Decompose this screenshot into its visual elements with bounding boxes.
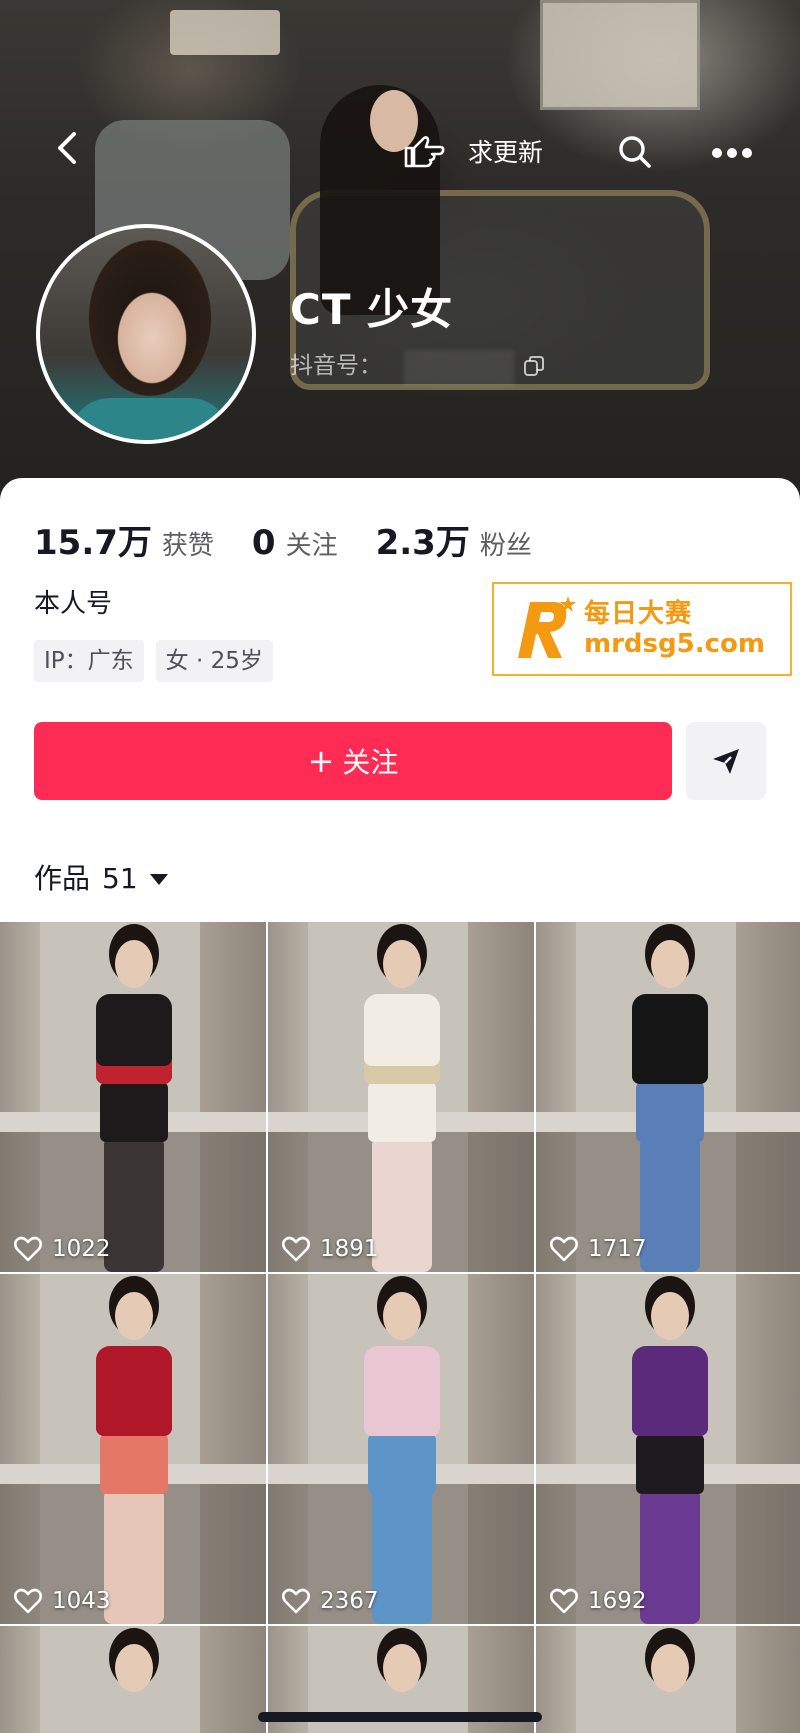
thumb-legs	[104, 1137, 164, 1272]
thumb-bottom	[100, 1082, 168, 1142]
thumb-bottom	[636, 1434, 704, 1494]
video-likes: 1891	[282, 1236, 379, 1262]
thumb-bottom	[636, 1082, 704, 1142]
video-thumbnail[interactable]: 2367	[268, 1274, 534, 1624]
video-likes: 1717	[550, 1236, 647, 1262]
video-likes-count: 1692	[588, 1588, 647, 1614]
heart-icon	[282, 1236, 310, 1262]
likes-count: 15.7万	[34, 523, 152, 563]
follow-button-label: 关注	[342, 746, 399, 779]
douyin-id-label: 抖音号：	[290, 353, 382, 379]
gender-age-tag: 女 · 25岁	[155, 640, 273, 682]
thumb-bottom	[368, 1434, 436, 1494]
thumb-top	[364, 1346, 440, 1436]
video-likes-count: 1717	[588, 1236, 647, 1262]
profile-tags: IP：广东 女 · 25岁	[34, 640, 273, 682]
profile-bio: 本人号	[34, 589, 113, 619]
heart-icon	[14, 1588, 42, 1614]
thumb-legs	[640, 1137, 700, 1272]
video-thumbnail[interactable]: 1891	[268, 922, 534, 1272]
thumb-bottom	[368, 1082, 436, 1142]
send-icon	[713, 749, 739, 774]
request-update-button[interactable]: 求更新	[468, 138, 543, 168]
thumb-legs	[640, 1489, 700, 1624]
watermark-title: 每日大赛	[584, 599, 693, 629]
plus-icon: +	[307, 742, 335, 780]
thumb-bottom	[100, 1434, 168, 1494]
douyin-id-redacted	[404, 350, 514, 386]
thumb-top	[96, 994, 172, 1084]
video-likes: 2367	[282, 1588, 379, 1614]
video-thumbnail[interactable]: 1692	[536, 1274, 800, 1624]
video-thumbnail[interactable]: 1043	[0, 1274, 266, 1624]
watermark-logo-icon	[508, 594, 578, 664]
video-likes-count: 1022	[52, 1236, 111, 1262]
works-label: 作品	[34, 862, 91, 895]
video-likes: 1022	[14, 1236, 111, 1262]
share-button[interactable]	[686, 722, 766, 800]
pointing-hand-icon[interactable]	[402, 134, 446, 170]
home-indicator[interactable]	[258, 1712, 542, 1722]
search-icon[interactable]	[617, 134, 653, 170]
thumb-top	[632, 994, 708, 1084]
thumb-legs	[372, 1489, 432, 1624]
avatar[interactable]	[36, 224, 256, 444]
following-label[interactable]: 关注	[286, 525, 338, 562]
watermark-banner: 每日大赛 mrdsg5.com	[492, 582, 792, 676]
tab-works[interactable]: 作品 51	[34, 862, 168, 896]
video-likes-count: 1891	[320, 1236, 379, 1262]
thumb-legs	[104, 1489, 164, 1624]
thumb-top	[96, 1346, 172, 1436]
more-options-icon[interactable]	[710, 145, 754, 159]
video-likes: 1692	[550, 1588, 647, 1614]
following-count[interactable]: 0	[252, 523, 276, 563]
followers-label[interactable]: 粉丝	[480, 525, 532, 562]
copy-icon[interactable]	[522, 354, 546, 378]
back-icon[interactable]	[48, 128, 88, 168]
profile-nickname: CT 少女	[290, 285, 454, 334]
thumb-top	[364, 994, 440, 1084]
thumb-legs	[372, 1137, 432, 1272]
works-count: 51	[102, 862, 138, 895]
video-thumbnail[interactable]: 1717	[536, 922, 800, 1272]
followers-count[interactable]: 2.3万	[376, 515, 470, 564]
heart-icon	[282, 1588, 310, 1614]
video-likes-count: 2367	[320, 1588, 379, 1614]
watermark-text: 每日大赛 mrdsg5.com	[584, 599, 765, 659]
thumb-top	[632, 1346, 708, 1436]
likes-label: 获赞	[161, 531, 214, 561]
video-likes-count: 1043	[52, 1588, 111, 1614]
video-likes: 1043	[14, 1588, 111, 1614]
video-thumbnail[interactable]: 1022	[0, 922, 266, 1272]
follow-button[interactable]: + 关注	[34, 722, 672, 800]
heart-icon	[14, 1236, 42, 1262]
caret-down-icon[interactable]	[149, 873, 168, 885]
avatar-shirt	[70, 398, 230, 440]
video-thumbnail[interactable]	[536, 1626, 800, 1733]
heart-icon	[550, 1236, 578, 1262]
video-thumbnail[interactable]	[0, 1626, 266, 1733]
profile-stats: 15.7万 获赞 0 关注 2.3万 粉丝	[34, 515, 570, 563]
watermark-url: mrdsg5.com	[584, 629, 765, 659]
video-grid: 1022 1891 1717 1043 2367 1692	[0, 922, 800, 1733]
ip-location-tag: IP：广东	[34, 640, 144, 682]
heart-icon	[550, 1588, 578, 1614]
